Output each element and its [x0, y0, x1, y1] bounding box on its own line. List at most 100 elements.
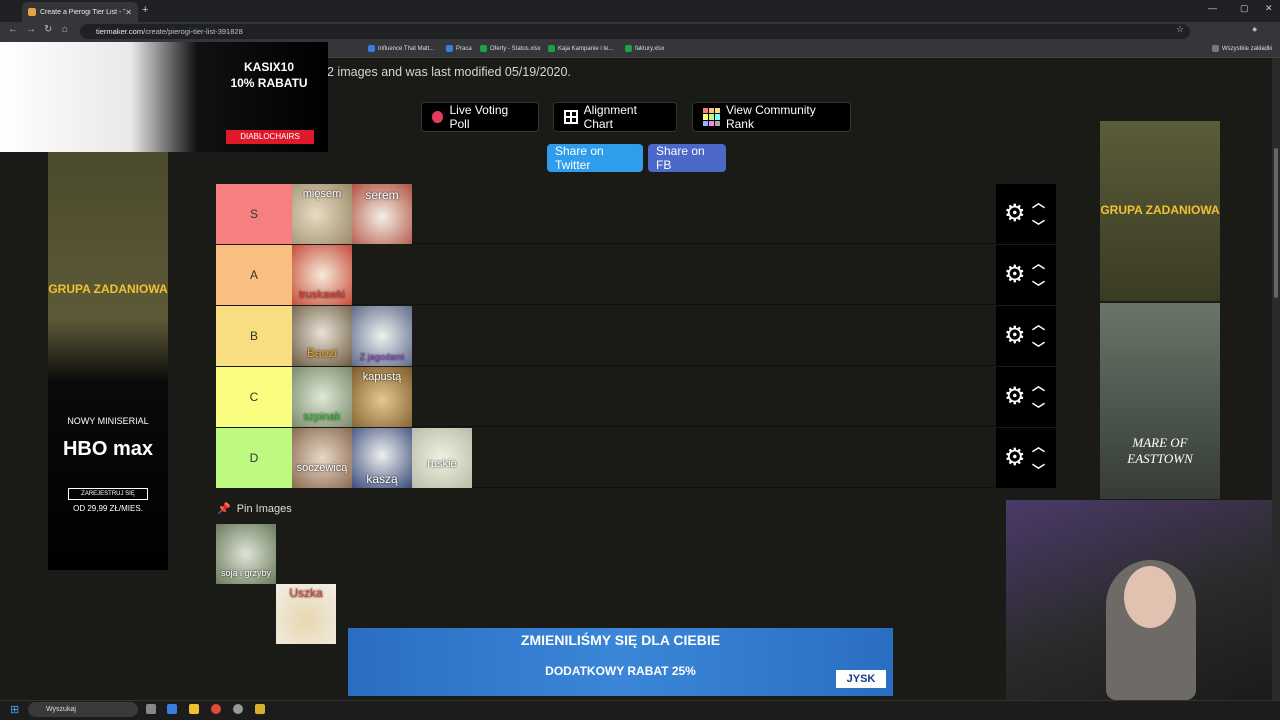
back-icon[interactable]: ←	[8, 24, 18, 35]
profile-avatar[interactable]: ●	[1252, 24, 1257, 34]
bookmark-item[interactable]: faktury.xlsx	[625, 45, 665, 52]
chevron-down-icon[interactable]: ﹀	[1032, 216, 1045, 235]
tier-item[interactable]: Baozi	[292, 306, 352, 366]
bookmark-item[interactable]: Kaja Kampanie i te...	[548, 45, 613, 52]
tier-items: szpinak kapustą	[292, 367, 412, 427]
bookmark-item[interactable]: Oferty - Status.xlsx	[480, 45, 541, 52]
ad-cta: ZAREJESTRUJ SIĘ	[68, 488, 148, 500]
gear-icon[interactable]: ⚙	[1004, 263, 1028, 287]
tier-row-s: S mięsem serem ⚙ ︿ ﹀	[216, 184, 1056, 244]
tab-title: Create a Pierogi Tier List - TierMaker	[40, 8, 126, 16]
share-twitter-button[interactable]: Share on Twitter	[547, 144, 643, 172]
close-window-icon[interactable]: ✕	[1265, 3, 1273, 14]
ad-code: KASIX10	[243, 60, 295, 74]
tier-controls: ⚙ ︿ ﹀	[996, 306, 1056, 366]
close-tab-icon[interactable]: ✕	[125, 8, 132, 17]
chevron-down-icon[interactable]: ﹀	[1032, 338, 1045, 357]
ad-banner-left[interactable]: GRUPA ZADANIOWA NOWY MINISERIAL HBO max …	[48, 152, 168, 570]
gear-icon[interactable]: ⚙	[1004, 202, 1028, 226]
tierlist-description: 2 images and was last modified 05/19/202…	[327, 65, 571, 79]
browser-tab[interactable]: Create a Pierogi Tier List - TierMaker ✕	[22, 2, 138, 22]
reload-icon[interactable]: ↻	[44, 24, 52, 35]
ad-brand: DIABLOCHAIRS	[226, 130, 314, 144]
start-icon[interactable]: ⊞	[10, 703, 19, 716]
jysk-logo: JYSK	[836, 670, 886, 688]
tier-items: mięsem serem	[292, 184, 412, 244]
tier-item[interactable]: Z jagodami	[352, 306, 412, 366]
ad-show-title: GRUPA ZADANIOWA	[1100, 203, 1220, 217]
home-icon[interactable]: ⌂	[62, 24, 68, 35]
widgets-icon[interactable]	[167, 704, 177, 714]
bookmark-item[interactable]: Influence That Matt...	[368, 45, 434, 52]
tier-item[interactable]: kapustą	[352, 367, 412, 427]
chevron-down-icon[interactable]: ﹀	[1032, 460, 1045, 479]
streamer-face	[1124, 566, 1176, 628]
ad-subhead: DODATKOWY RABAT 25%	[545, 664, 696, 678]
grid-icon	[564, 110, 578, 124]
ad-show-title: MARE OF EASTTOWN	[1127, 435, 1193, 466]
chevron-down-icon[interactable]: ﹀	[1032, 277, 1045, 296]
ad-banner-right-1[interactable]: GRUPA ZADANIOWA	[1100, 121, 1220, 301]
gear-icon[interactable]: ⚙	[1004, 324, 1028, 348]
tier-controls: ⚙ ︿ ﹀	[996, 245, 1056, 305]
chevron-up-icon[interactable]: ︿	[1032, 253, 1045, 272]
pinned-item[interactable]: Uszka	[276, 584, 336, 644]
ad-banner-top[interactable]: KASIX10 10% RABATU DIABLOCHAIRS	[0, 42, 328, 152]
chevron-up-icon[interactable]: ︿	[1032, 192, 1045, 211]
gear-icon[interactable]: ⚙	[1004, 446, 1028, 470]
rank-grid-icon	[703, 108, 720, 126]
tier-item[interactable]: szpinak	[292, 367, 352, 427]
taskbar-search[interactable]: Wyszukaj	[28, 702, 138, 717]
tier-label[interactable]: S	[216, 184, 292, 244]
ad-banner-right-2[interactable]: MARE OF EASTTOWN	[1100, 303, 1220, 499]
pin-icon: 📌	[217, 503, 231, 515]
tier-row-b: B Baozi Z jagodami ⚙ ︿ ﹀	[216, 306, 1056, 366]
tier-controls: ⚙ ︿ ﹀	[996, 184, 1056, 244]
tier-label[interactable]: C	[216, 367, 292, 427]
ad-price: OD 29,99 ZŁ/MIES.	[73, 504, 143, 513]
tier-label[interactable]: D	[216, 428, 292, 488]
all-bookmarks[interactable]: Wszystkie zakładki	[1212, 45, 1272, 52]
chevron-down-icon[interactable]: ﹀	[1032, 399, 1045, 418]
maximize-icon[interactable]: ▢	[1240, 3, 1249, 14]
url-host: tiermaker.com	[96, 27, 144, 36]
app-icon[interactable]	[255, 704, 265, 714]
community-rank-button[interactable]: View Community Rank	[692, 102, 851, 132]
tier-item[interactable]: kaszą	[352, 428, 412, 488]
bookmark-star-icon[interactable]: ☆	[1176, 24, 1184, 35]
record-dot-icon	[432, 111, 444, 123]
tier-controls: ⚙ ︿ ﹀	[996, 367, 1056, 427]
alignment-chart-button[interactable]: Alignment Chart	[553, 102, 677, 132]
forward-icon[interactable]: →	[26, 24, 36, 35]
tier-row-d: D soczewicą kaszą ruskie ⚙ ︿ ﹀	[216, 428, 1056, 488]
live-voting-button[interactable]: Live Voting Poll	[421, 102, 539, 132]
file-explorer-icon[interactable]	[189, 704, 199, 714]
tier-item[interactable]: ruskie	[412, 428, 472, 488]
hbo-logo: HBO max	[62, 438, 154, 460]
pin-images-toggle[interactable]: 📌 Pin Images	[217, 502, 292, 516]
url-path: /create/pierogi-tier-list-391828	[143, 27, 243, 36]
tier-items: Baozi Z jagodami	[292, 306, 412, 366]
page-scrollbar[interactable]	[1272, 58, 1280, 700]
ad-banner-bottom[interactable]: ZMIENILIŚMY SIĘ DLA CIEBIE DODATKOWY RAB…	[348, 628, 893, 696]
chevron-up-icon[interactable]: ︿	[1032, 314, 1045, 333]
share-fb-button[interactable]: Share on FB	[648, 144, 726, 172]
tier-item[interactable]: soczewicą	[292, 428, 352, 488]
tier-label[interactable]: A	[216, 245, 292, 305]
chevron-up-icon[interactable]: ︿	[1032, 436, 1045, 455]
chevron-up-icon[interactable]: ︿	[1032, 375, 1045, 394]
tier-item[interactable]: truskawki	[292, 245, 352, 305]
tier-item[interactable]: serem	[352, 184, 412, 244]
gear-icon[interactable]: ⚙	[1004, 385, 1028, 409]
tier-item[interactable]: mięsem	[292, 184, 352, 244]
settings-icon[interactable]	[233, 704, 243, 714]
bookmark-item[interactable]: Praca	[446, 45, 472, 52]
new-tab-icon[interactable]: +	[142, 4, 148, 16]
address-bar[interactable]: tiermaker.com/create/pierogi-tier-list-3…	[80, 24, 1190, 39]
pinned-item[interactable]: soja i grzyby	[216, 524, 276, 584]
task-view-icon[interactable]	[146, 704, 156, 714]
browser-tab-bar	[0, 0, 1280, 22]
tier-label[interactable]: B	[216, 306, 292, 366]
minimize-icon[interactable]: —	[1208, 3, 1217, 13]
chrome-icon[interactable]	[211, 704, 221, 714]
